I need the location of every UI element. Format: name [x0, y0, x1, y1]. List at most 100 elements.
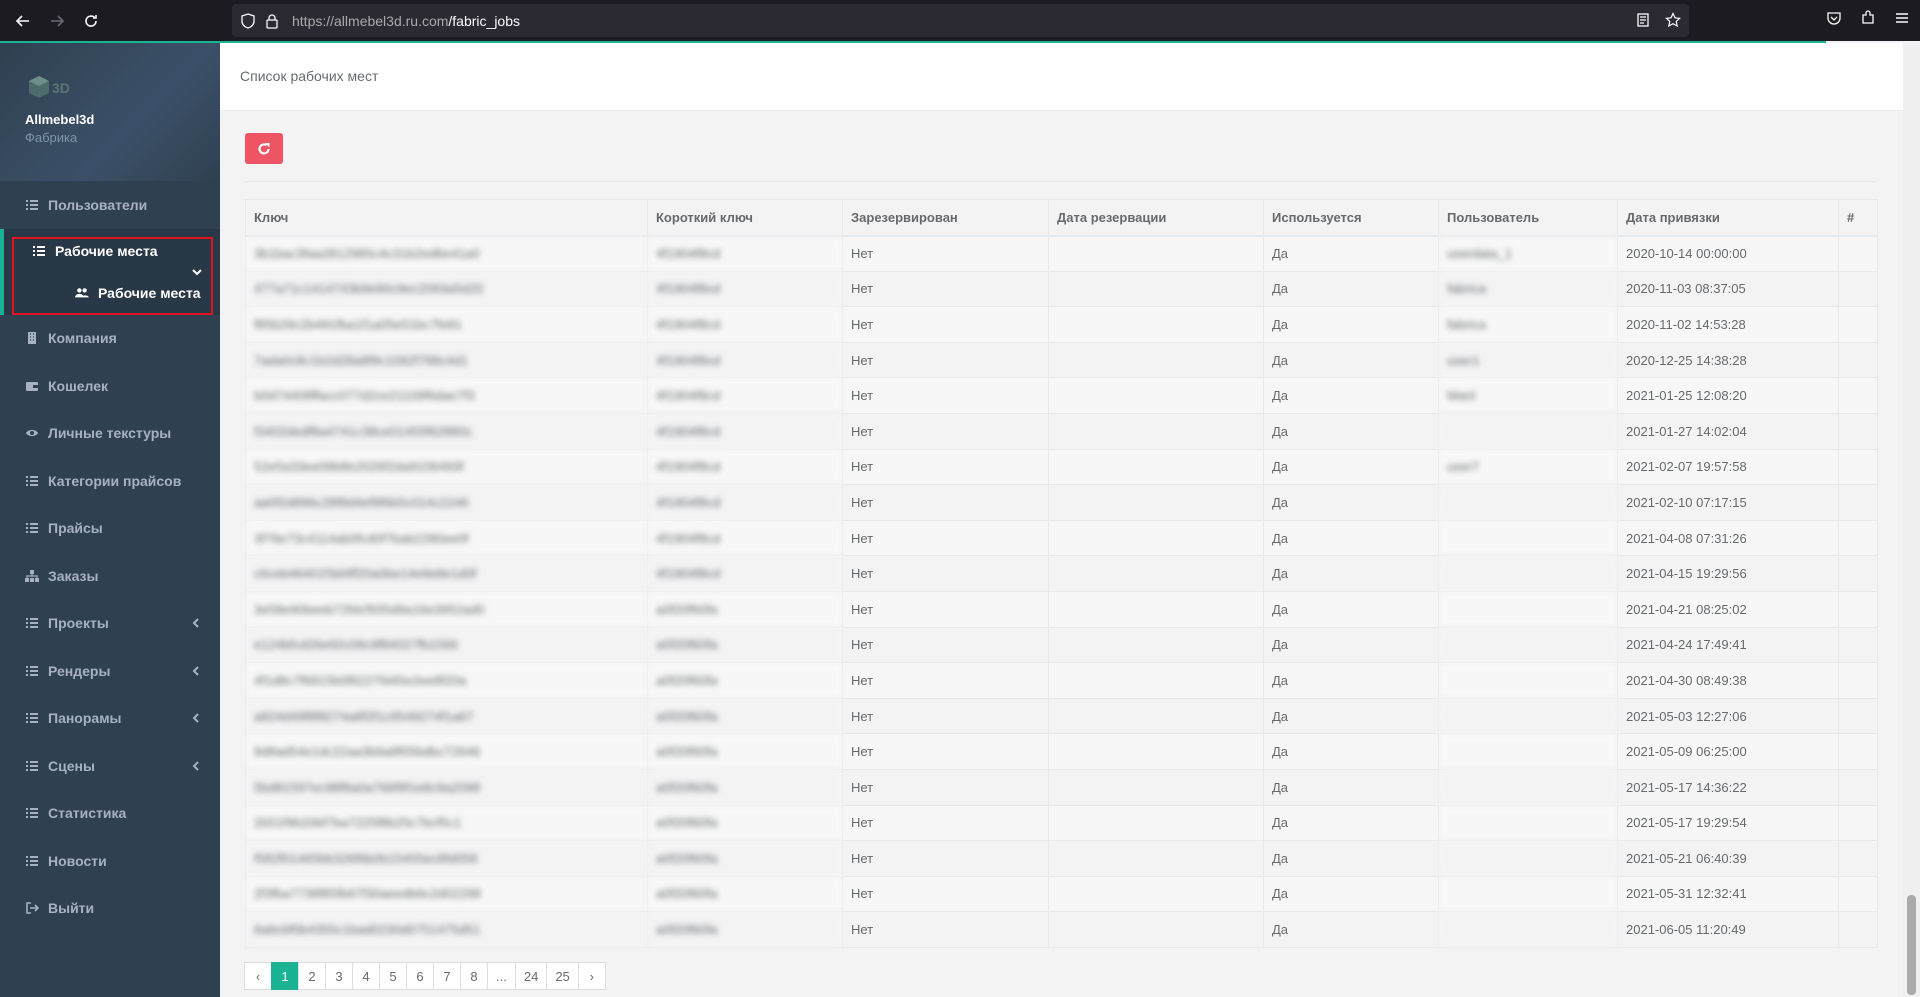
column-header[interactable]: Зарезервирован: [842, 199, 1049, 237]
sidebar-item-prices[interactable]: Прайсы: [0, 505, 220, 553]
sidebar-item-statistics[interactable]: Статистика: [0, 790, 220, 838]
sidebar-item-orders[interactable]: Заказы: [0, 552, 220, 600]
sidebar-item-label: Прайсы: [48, 520, 103, 537]
table-row: 7ada0c8c1b2d28a8f9c1092f788c4d1 4f1904f8c…: [245, 341, 1878, 379]
table-cell: [1838, 270, 1878, 308]
sidebar-item-label: Личные текстуры: [48, 425, 172, 442]
table-row: 3e58e90beeb72fdcf935d9a16e3952ad0 a0f20f6…: [245, 590, 1878, 628]
divider: [245, 181, 1877, 182]
url-bar[interactable]: https://allmebel3d.ru.com/fabric_jobs: [232, 4, 1689, 37]
pagination-page[interactable]: 2: [298, 962, 326, 990]
scrollbar-thumb[interactable]: [1907, 895, 1916, 995]
pagination-next[interactable]: ›: [577, 962, 606, 990]
column-header[interactable]: Используется: [1263, 199, 1439, 237]
sidebar-item-logout[interactable]: Выйти: [0, 885, 220, 933]
reload-icon[interactable]: [74, 4, 108, 38]
refresh-button[interactable]: [245, 133, 283, 164]
sidebar-subitem-workplaces[interactable]: Рабочие места: [25, 273, 201, 313]
table-cell: f3402dedf8a4741c38ce01455f62880c: [245, 412, 648, 450]
table-cell: 2021-02-10 07:17:15: [1617, 484, 1839, 521]
page-scrollbar[interactable]: [1903, 43, 1920, 997]
table-row: a824d49f8f8274a8f2f1c9549274f1a67 a0f20f6…: [245, 697, 1878, 735]
table-cell: [1438, 662, 1618, 699]
pagination-page[interactable]: 24: [514, 962, 548, 990]
pagination-page[interactable]: 7: [433, 962, 461, 990]
table-cell: 4f1904f8cd: [647, 377, 843, 414]
sidebar-item-textures[interactable]: Личные текстуры: [0, 410, 220, 458]
pagination-page[interactable]: 8: [460, 962, 488, 990]
table-cell: Да: [1263, 341, 1439, 379]
table-cell: [1438, 733, 1618, 770]
table-row: 3b1bac3faa2812985c4c31b2ed6e41a0 4f1904f8…: [245, 235, 1878, 272]
table-cell: [1838, 840, 1878, 877]
bookmark-star-icon[interactable]: [1665, 12, 1681, 28]
table-cell: Да: [1263, 555, 1439, 592]
sidebar-item-renders[interactable]: Рендеры: [0, 647, 220, 695]
sidebar-item-company[interactable]: Компания: [0, 315, 220, 363]
table-cell: e124bfcd26e92c06c9f84027fb1566: [245, 626, 648, 664]
table-cell: 477a71c1414743b9e90c9ec2093a5d20: [245, 270, 648, 308]
lock-icon: [266, 13, 278, 29]
table-cell: 5bd81597ec98f8a0a766f9f1e8c9a2098: [245, 768, 648, 806]
column-header[interactable]: Ключ: [245, 199, 648, 237]
sidebar-item-users[interactable]: Пользователи: [0, 181, 220, 229]
pagination-page[interactable]: 1: [271, 962, 299, 990]
menu-icon[interactable]: [1894, 10, 1910, 26]
column-header[interactable]: #: [1838, 199, 1878, 237]
column-header[interactable]: Пользователь: [1438, 199, 1618, 237]
column-header[interactable]: Дата привязки: [1617, 199, 1839, 237]
sidebar-item-wallet[interactable]: Кошелек: [0, 362, 220, 410]
table-cell: [1438, 626, 1618, 664]
pagination-page[interactable]: 4: [352, 962, 380, 990]
table-row: 2f3fba7738f85fb97f30aeedb6c2d02298 a0f20f…: [245, 875, 1878, 913]
sidebar-item-panoramas[interactable]: Панорамы: [0, 695, 220, 743]
table-cell: 2020-12-25 14:38:28: [1617, 341, 1839, 379]
table-row: 8d8ad54e1dc22aa3b9a8f05bdbc72646 a0f20f60…: [245, 733, 1878, 770]
back-icon[interactable]: [6, 4, 40, 38]
pagination-page[interactable]: 5: [379, 962, 407, 990]
table-cell: Нет: [842, 662, 1049, 699]
sidebar-item-label: Рабочие места: [55, 242, 158, 259]
table-cell: a0f20f60fa: [647, 626, 843, 664]
table-cell: Да: [1263, 911, 1439, 948]
table-cell: 2021-05-03 12:27:06: [1617, 697, 1839, 735]
table-cell: 2021-04-24 17:49:41: [1617, 626, 1839, 664]
table-cell: Нет: [842, 306, 1049, 343]
table-cell: Нет: [842, 626, 1049, 664]
table-cell: [1438, 412, 1618, 450]
reader-view-icon[interactable]: [1635, 12, 1651, 28]
sidebar-item-price-categories[interactable]: Категории прайсов: [0, 457, 220, 505]
table-cell: a0f20f60fa: [647, 768, 843, 806]
table-cell: [1838, 235, 1878, 272]
pocket-icon[interactable]: [1826, 10, 1842, 26]
table-cell: a0f20f60fa: [647, 804, 843, 842]
table-row: f85b29c2b491fba1f1a05e51bc7fe81 4f1904f8c…: [245, 306, 1878, 343]
sidebar-item-projects[interactable]: Проекты: [0, 600, 220, 648]
table-cell: [1838, 911, 1878, 948]
pagination-prev[interactable]: ‹: [244, 962, 272, 990]
sidebar-item-news[interactable]: Новости: [0, 837, 220, 885]
refresh-icon: [258, 142, 270, 155]
table-cell: [1048, 448, 1264, 486]
table-cell: [1438, 911, 1618, 948]
url-text: https://allmebel3d.ru.com/fabric_jobs: [292, 13, 520, 29]
pagination-page[interactable]: 6: [406, 962, 434, 990]
table-cell: [1838, 662, 1878, 699]
table-cell: [1048, 519, 1264, 557]
forward-icon[interactable]: [40, 4, 74, 38]
column-header[interactable]: Дата резервации: [1048, 199, 1264, 237]
pagination-page[interactable]: 25: [546, 962, 579, 990]
main-content: Ключ Короткий ключ Зарезервирован Дата р…: [220, 111, 1903, 997]
sidebar-item-workplaces[interactable]: Рабочие места Рабочие места: [0, 228, 220, 315]
table-cell: 7ada0c8c1b2d28a8f9c1092f788c4d1: [245, 341, 648, 379]
sidebar-item-scenes[interactable]: Сцены: [0, 742, 220, 790]
table-cell: [1438, 555, 1618, 592]
table-cell: 2b51f9b20bf7ba7225f8b25c7bcf5c1: [245, 804, 648, 842]
list-icon: [25, 198, 39, 212]
table-cell: Нет: [842, 768, 1049, 806]
table-cell: [1048, 412, 1264, 450]
pagination-page[interactable]: 3: [325, 962, 353, 990]
column-header[interactable]: Короткий ключ: [647, 199, 843, 237]
extensions-icon[interactable]: [1860, 10, 1876, 26]
browser-toolbar: https://allmebel3d.ru.com/fabric_jobs: [0, 0, 1920, 41]
